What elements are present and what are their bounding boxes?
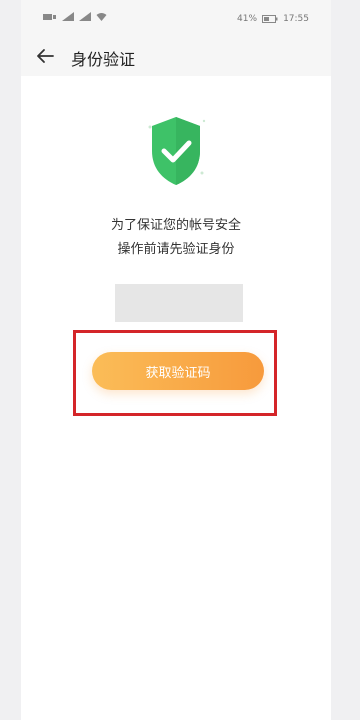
message-line-2: 操作前请先验证身份 [117,242,235,257]
back-button[interactable] [31,42,59,70]
battery-icon [262,15,278,23]
signal-icon [62,12,74,21]
arrow-left-icon [35,48,55,64]
get-verification-code-button[interactable]: 获取验证码 [92,352,264,390]
app-header: 身份验证 [21,36,331,76]
clock: 17:55 [283,14,309,24]
status-right: 41% 17:55 [237,14,309,24]
signal-icon-2 [79,12,91,21]
sim-card-icon [43,13,57,21]
message-line-1: 为了保证您的帐号安全 [110,218,241,233]
status-left [43,12,107,21]
status-bar: 41% 17:55 [21,0,331,36]
battery-percent: 41% [237,14,258,24]
page-title: 身份验证 [71,50,136,69]
shield-check-icon [144,113,208,191]
masked-phone-field [115,284,243,322]
screen: 41% 17:55 身份验证 为了保证您的帐号安全 操作前请先验证身份 获取验证… [21,0,331,720]
wifi-icon [96,12,107,21]
